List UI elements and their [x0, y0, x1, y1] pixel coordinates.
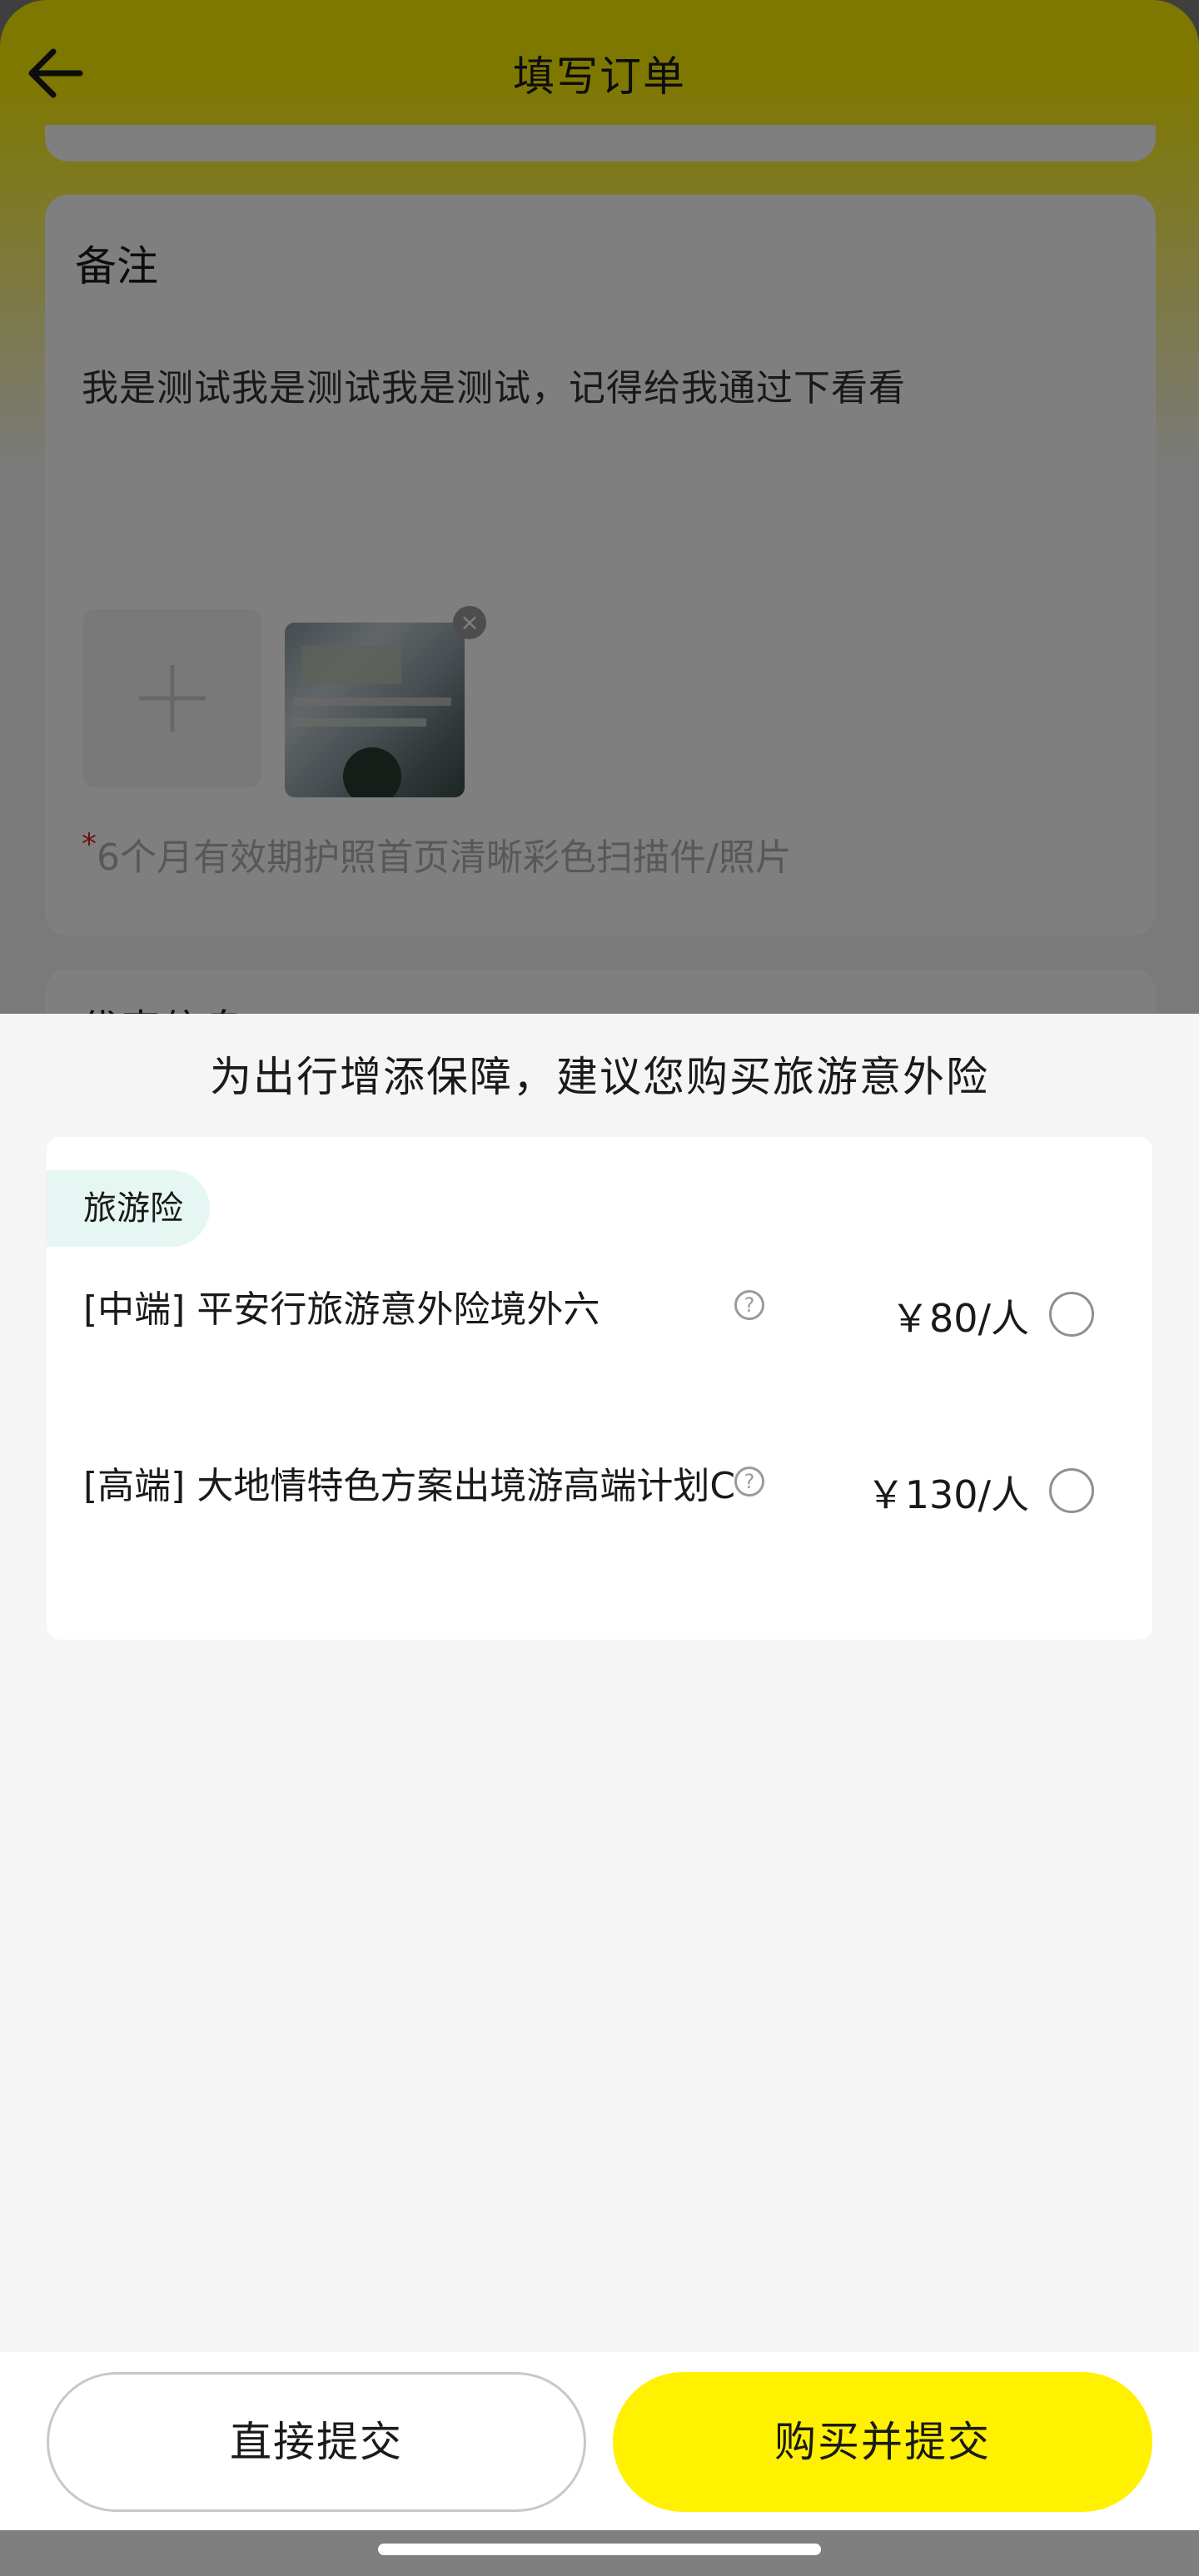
insurance-item[interactable]: [中端] 平安行旅游意外险境外六 ? ￥80/人: [47, 1283, 1152, 1433]
insurance-name: [中端] 平安行旅游意外险境外六: [83, 1288, 600, 1331]
insurance-radio[interactable]: [1049, 1468, 1094, 1513]
home-indicator[interactable]: [378, 2544, 821, 2555]
footer-bar: 直接提交 购买并提交: [0, 2352, 1199, 2530]
insurance-category-tag: 旅游险: [47, 1170, 210, 1247]
insurance-price: ￥80/人: [890, 1296, 1029, 1341]
direct-submit-button[interactable]: 直接提交: [47, 2372, 586, 2512]
insurance-radio[interactable]: [1049, 1292, 1094, 1337]
buy-and-submit-button[interactable]: 购买并提交: [613, 2372, 1152, 2512]
insurance-card: 旅游险 [中端] 平安行旅游意外险境外六 ? ￥80/人 [高端] 大地情特色方…: [47, 1137, 1152, 1640]
insurance-item[interactable]: [高端] 大地情特色方案出境游高端计划C ? ￥130/人: [47, 1460, 1152, 1610]
question-circle-icon[interactable]: ?: [734, 1290, 764, 1320]
insurance-price: ￥130/人: [866, 1472, 1029, 1517]
question-circle-icon[interactable]: ?: [734, 1467, 764, 1496]
sheet-title: 为出行增添保障，建议您购买旅游意外险: [210, 1053, 989, 1101]
insurance-name: [高端] 大地情特色方案出境游高端计划C: [83, 1465, 736, 1507]
system-home-area: [0, 2530, 1199, 2576]
insurance-sheet: 为出行增添保障，建议您购买旅游意外险 旅游险 [中端] 平安行旅游意外险境外六 …: [0, 1014, 1199, 2529]
